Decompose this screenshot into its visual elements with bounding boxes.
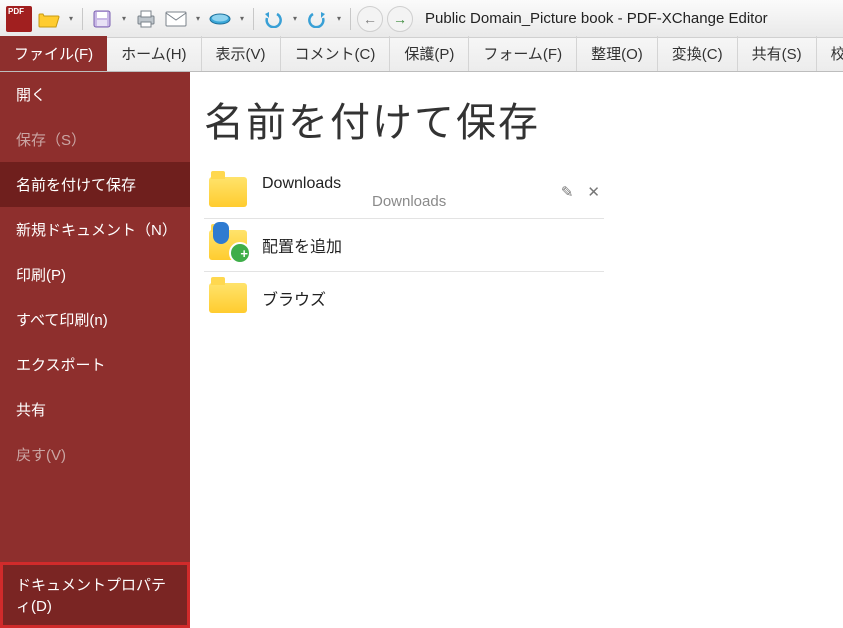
- redo-dropdown-icon[interactable]: ▾: [334, 6, 344, 32]
- tab-comment[interactable]: コメント(C): [281, 36, 391, 71]
- ribbon-tabstrip: ファイル(F) ホーム(H) 表示(V) コメント(C) 保護(P) フォーム(…: [0, 38, 843, 72]
- scan-dropdown-icon[interactable]: ▾: [237, 6, 247, 32]
- folder-icon: [209, 283, 247, 313]
- folder-open-icon: [38, 10, 60, 28]
- tab-form[interactable]: フォーム(F): [469, 36, 577, 71]
- add-place-row[interactable]: + 配置を追加: [204, 219, 604, 272]
- print-button[interactable]: [133, 6, 159, 32]
- sidebar-item-revert: 戻す(V): [0, 432, 190, 477]
- floppy-save-icon: [92, 9, 112, 29]
- sidebar-item-save: 保存（S）: [0, 117, 190, 162]
- envelope-icon: [165, 11, 187, 27]
- sidebar-item-print[interactable]: 印刷(P): [0, 252, 190, 297]
- folder-icon: [209, 177, 247, 207]
- edit-location-button[interactable]: ✎: [561, 183, 574, 201]
- location-row-downloads[interactable]: Downloads Downloads ✎ ✕: [204, 166, 604, 219]
- redo-icon: [307, 10, 327, 28]
- tab-home[interactable]: ホーム(H): [107, 36, 201, 71]
- panel-heading: 名前を付けて保存: [204, 90, 829, 148]
- sidebar-item-share[interactable]: 共有: [0, 387, 190, 432]
- undo-icon: [263, 10, 283, 28]
- add-place-label: 配置を追加: [262, 233, 600, 257]
- window-title: Public Domain_Picture book - PDF-XChange…: [425, 10, 768, 27]
- remove-location-button[interactable]: ✕: [587, 183, 600, 201]
- open-file-button[interactable]: [36, 6, 62, 32]
- sidebar-item-new-document[interactable]: 新規ドキュメント（N）: [0, 207, 190, 252]
- save-as-panel: 名前を付けて保存 Downloads Downloads ✎ ✕ + 配置を追加…: [190, 72, 843, 628]
- tab-share[interactable]: 共有(S): [738, 36, 817, 71]
- app-icon: [6, 6, 32, 32]
- add-place-icon: +: [209, 230, 247, 260]
- redo-button[interactable]: [304, 6, 330, 32]
- tab-review[interactable]: 校閲: [817, 36, 843, 71]
- save-dropdown-icon[interactable]: ▾: [119, 6, 129, 32]
- tab-protect[interactable]: 保護(P): [390, 36, 469, 71]
- title-toolbar: ▾ ▾ ▾ ▾ ▾ ▾ ← → Public Domain_Picture bo…: [0, 0, 843, 38]
- undo-button[interactable]: [260, 6, 286, 32]
- location-subtitle: Downloads: [262, 193, 547, 210]
- browse-label: ブラウズ: [262, 286, 600, 310]
- tab-view[interactable]: 表示(V): [202, 36, 281, 71]
- scan-button[interactable]: [207, 6, 233, 32]
- sidebar-item-export[interactable]: エクスポート: [0, 342, 190, 387]
- printer-icon: [135, 9, 157, 29]
- sidebar-item-save-as[interactable]: 名前を付けて保存: [0, 162, 190, 207]
- arrow-left-icon: ←: [363, 11, 377, 27]
- tab-organize[interactable]: 整理(O): [577, 36, 658, 71]
- email-dropdown-icon[interactable]: ▾: [193, 6, 203, 32]
- file-menu-sidebar: 開く 保存（S） 名前を付けて保存 新規ドキュメント（N） 印刷(P) すべて印…: [0, 72, 190, 628]
- sidebar-item-document-properties[interactable]: ドキュメントプロパティ(D): [0, 562, 190, 628]
- nav-forward-button[interactable]: →: [387, 6, 413, 32]
- open-dropdown-icon[interactable]: ▾: [66, 6, 76, 32]
- nav-back-button[interactable]: ←: [357, 6, 383, 32]
- arrow-right-icon: →: [393, 11, 407, 27]
- location-title: Downloads: [262, 175, 547, 193]
- tab-file[interactable]: ファイル(F): [0, 36, 107, 71]
- sidebar-item-open[interactable]: 開く: [0, 72, 190, 117]
- sidebar-item-print-all[interactable]: すべて印刷(n): [0, 297, 190, 342]
- save-button[interactable]: [89, 6, 115, 32]
- scanner-icon: [209, 12, 231, 26]
- tab-convert[interactable]: 変換(C): [658, 36, 738, 71]
- undo-dropdown-icon[interactable]: ▾: [290, 6, 300, 32]
- browse-row[interactable]: ブラウズ: [204, 272, 604, 324]
- email-button[interactable]: [163, 6, 189, 32]
